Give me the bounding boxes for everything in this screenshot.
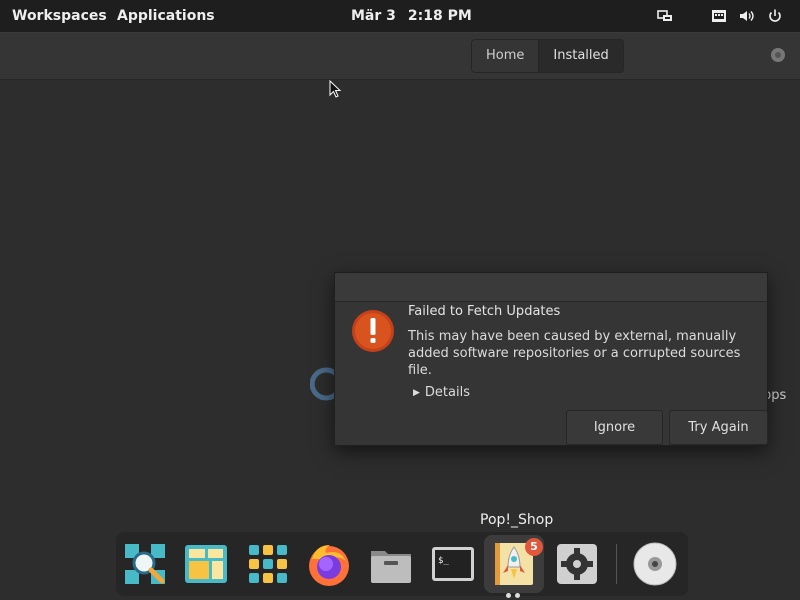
workspaces-button[interactable]: Workspaces [12,0,107,32]
try-again-button[interactable]: Try Again [669,410,768,445]
running-indicator [515,593,520,598]
tab-installed[interactable]: Installed [538,40,623,72]
time-label: 2:18 PM [407,8,472,24]
app-grid-icon[interactable] [243,539,293,589]
files-icon[interactable] [366,539,416,589]
running-indicator [506,593,511,598]
window-close-icon[interactable] [771,48,785,62]
triangle-right-icon: ▶ [413,388,420,398]
mouse-pointer-icon [329,79,343,100]
disc-icon[interactable] [630,539,680,589]
clock-button[interactable]: Mär 3 2:18 PM [351,0,472,32]
ignore-button[interactable]: Ignore [566,410,663,445]
dialog-title: Failed to Fetch Updates [408,304,561,319]
error-dialog: Failed to Fetch Updates This may have be… [334,272,768,446]
terminal-icon[interactable]: $_ [428,539,478,589]
power-icon[interactable] [767,8,783,24]
dock-separator [616,544,617,584]
keyboard-icon[interactable] [711,8,727,24]
details-expander[interactable]: ▶ Details [413,385,470,400]
volume-icon[interactable] [739,8,755,24]
search-app-icon[interactable] [120,539,170,589]
svg-text:$_: $_ [438,556,449,566]
view-switcher: Home Installed [471,39,624,73]
dialog-message: This may have been caused by external, m… [408,329,741,378]
network-icon[interactable] [657,8,673,24]
date-label: Mär 3 [351,8,396,24]
dialog-titlebar[interactable] [335,273,767,302]
top-panel: Workspaces Applications Mär 3 2:18 PM [0,0,800,32]
dock-tooltip: Pop!_Shop [480,512,554,528]
tab-home[interactable]: Home [472,40,539,72]
dock: $_ 5 [116,532,688,598]
settings-icon[interactable] [552,539,602,589]
details-label: Details [424,385,470,400]
firefox-icon[interactable] [304,539,354,589]
applications-button[interactable]: Applications [117,0,215,32]
notification-badge: 5 [525,538,543,556]
header-bar: Home Installed [0,32,800,80]
error-icon [351,309,395,353]
pop-shop-icon[interactable]: 5 [484,535,544,598]
workspaces-app-icon[interactable] [181,539,231,589]
